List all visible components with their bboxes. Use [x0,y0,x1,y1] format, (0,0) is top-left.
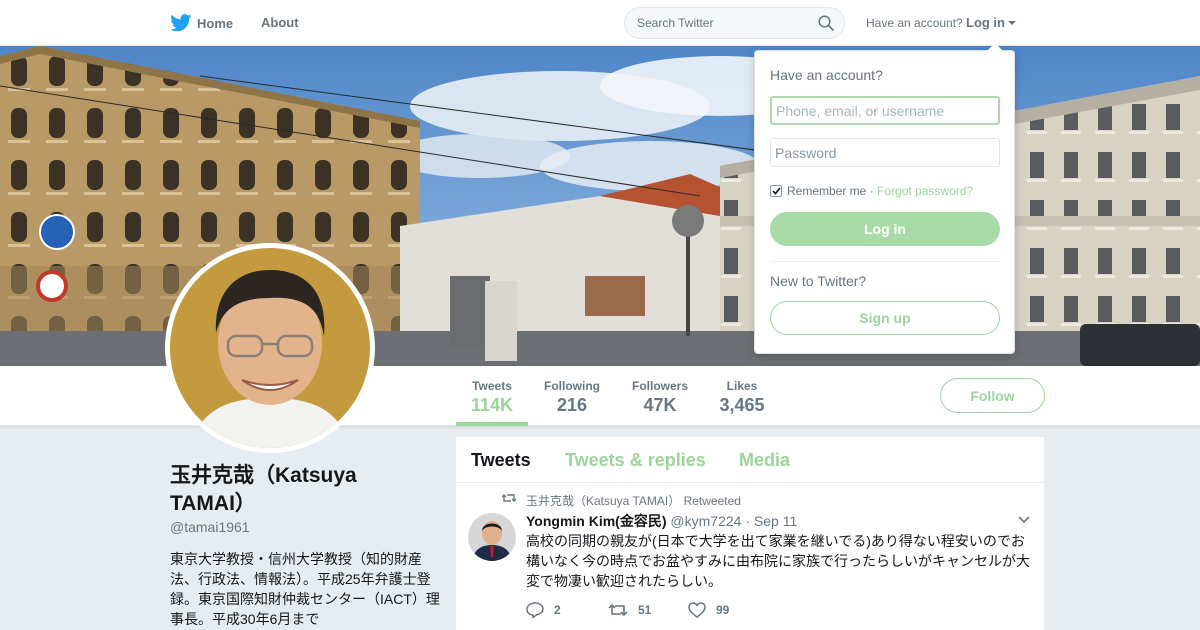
top-navigation: Home About Have an account? Log in [0,0,1200,46]
like-count: 99 [716,603,730,617]
stat-tweets[interactable]: Tweets 114K [456,366,528,426]
heart-icon [688,602,706,618]
author-avatar-photo [468,513,516,561]
tweet-author-name[interactable]: Yongmin Kim(金容民) [526,513,667,529]
remember-me-row: Remember me · Forgot password? [770,184,973,198]
dropdown-divider [770,261,1000,262]
new-to-twitter-text: New to Twitter? [770,273,867,289]
like-action[interactable]: 99 [688,602,729,618]
retweeted-by-text[interactable]: 玉井克哉（Katsuya TAMAI） Retweeted [526,492,741,509]
search-input[interactable] [625,8,815,38]
login-dropdown: Have an account? Remember me · Forgot pa… [754,43,1015,354]
tab-tweets-and-replies[interactable]: Tweets & replies [565,437,706,483]
stat-following[interactable]: Following 216 [540,366,604,426]
remember-separator: · [869,184,874,198]
tweet-header: Yongmin Kim(金容民) @kym7224 · Sep 11 [526,511,797,531]
stat-following-label: Following [544,379,600,393]
follow-button[interactable]: Follow [940,378,1045,413]
stat-followers[interactable]: Followers 47K [628,366,692,426]
timeline: Tweets Tweets & replies Media 玉井克哉（Katsu… [456,437,1044,630]
tweet-author-avatar[interactable] [468,513,516,561]
tweet-actions: 2 51 99 [526,602,826,622]
stat-likes-value: 3,465 [719,395,765,415]
stat-following-value: 216 [556,395,588,415]
profile-bio: 東京大学教授・信州大学教授（知的財産法、行政法、情報法）。平成25年弁護士登録。… [170,551,440,627]
tweet-header-separator: · [745,513,750,529]
twitter-bird-icon [170,14,192,32]
reply-action[interactable]: 2 [526,602,561,618]
search-box [624,7,845,39]
retweet-context-icon [502,494,516,502]
retweet-icon [608,603,628,617]
stat-likes-label: Likes [726,379,758,393]
username-input[interactable] [770,96,1000,125]
stat-followers-label: Followers [631,379,688,393]
nav-home-link[interactable]: Home [170,0,233,46]
signup-button[interactable]: Sign up [770,301,1000,335]
stat-tweets-value: 114K [470,395,514,415]
reply-icon [526,602,544,618]
tweet-item[interactable]: 玉井克哉（Katsuya TAMAI） Retweeted Yongmin Ki… [456,484,1044,630]
timeline-tabs: Tweets Tweets & replies Media [456,437,1044,483]
search-icon[interactable] [818,15,834,31]
tab-tweets[interactable]: Tweets [471,437,531,483]
dropdown-arrow [987,43,1003,51]
profile-handle[interactable]: @tamai1961 [170,519,250,535]
retweet-count: 51 [638,603,652,617]
stat-tweets-label: Tweets [472,379,512,393]
tab-media[interactable]: Media [739,437,790,483]
login-dropdown-toggle[interactable]: Log in [966,0,1016,46]
login-dropdown-title: Have an account? [770,67,883,83]
remember-me-checkbox[interactable] [770,185,782,197]
tweet-author-handle[interactable]: @kym7224 [670,513,741,529]
checkmark-icon [771,187,781,195]
login-link-label: Log in [966,15,1005,30]
have-account-text: Have an account? [866,16,963,30]
avatar-photo [170,248,370,448]
profile-avatar[interactable] [165,243,375,453]
stat-likes[interactable]: Likes 3,465 [713,366,771,426]
stat-followers-value: 47K [643,395,677,415]
caret-down-icon [1008,21,1016,25]
forgot-password-link[interactable]: Forgot password? [877,184,973,198]
tweet-text: 高校の同期の親友が(日本で大学を出て家業を継いでる)あり得ない程安いのでお構いな… [526,533,1030,589]
chevron-down-icon[interactable] [1018,516,1030,524]
nav-about-link[interactable]: About [261,0,299,46]
password-input[interactable] [770,138,1000,167]
nav-home-label: Home [197,15,234,31]
tweet-date[interactable]: Sep 11 [754,513,797,529]
login-button[interactable]: Log in [770,212,1000,246]
profile-name: 玉井克哉（Katsuya TAMAI） [170,464,357,515]
remember-me-label[interactable]: Remember me [787,184,866,198]
retweet-action[interactable]: 51 [608,602,651,618]
reply-count: 2 [554,603,561,617]
